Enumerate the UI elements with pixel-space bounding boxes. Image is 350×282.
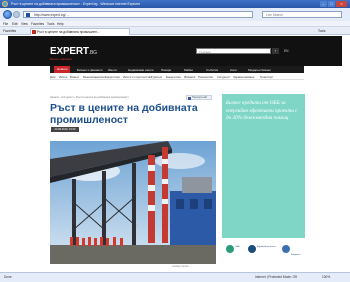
subnav-item[interactable]: Транспорт: [260, 75, 273, 79]
window-title: Ръст в цените на добивната промишленост …: [11, 2, 141, 6]
menu-help[interactable]: Help: [57, 22, 64, 26]
site-tagline: Бизнес и финанси: [50, 58, 73, 61]
address-bar[interactable]: http://www.expert.bg/ ...: [23, 11, 253, 18]
security-zone: Internet | Protected Mode: Off: [255, 275, 297, 279]
ad-logo-label: Bulgarian: [291, 254, 301, 256]
address-url: http://www.expert.bg/ ...: [34, 13, 70, 17]
language-switch[interactable]: EN: [284, 49, 288, 53]
ie-logo-icon: [2, 1, 8, 7]
status-text: Done: [4, 275, 12, 279]
advertisement-banner[interactable]: Бизнес кредити от ОББ за енергийно ефект…: [222, 94, 305, 264]
logo-suffix: .BG: [88, 50, 97, 56]
menu-view[interactable]: View: [21, 22, 28, 26]
tab-favicon-icon: [32, 30, 36, 34]
nav-item-news[interactable]: Новини: [54, 66, 71, 73]
share-button[interactable]: Препоръчай: [186, 95, 212, 100]
ad-logo-label: Европейска банка: [257, 246, 276, 248]
ad-text: Бизнес кредити от ОББ за енергийно ефект…: [226, 100, 298, 122]
site-search-placeholder: Търсене: [199, 49, 211, 54]
minimize-button[interactable]: –: [320, 1, 327, 7]
facebook-icon: [188, 96, 191, 100]
nav-item-estates[interactable]: Имоти: [108, 68, 117, 72]
address-toolbar: http://www.expert.bg/ ... Live Search: [0, 8, 350, 21]
search-icon[interactable]: ›: [272, 48, 279, 54]
menu-file[interactable]: File: [3, 22, 8, 26]
nav-item-mothers[interactable]: Майки: [184, 68, 193, 72]
article-photo: [50, 141, 216, 264]
bank-logo-icon: [248, 245, 256, 253]
subnav-item[interactable]: Туризъм: [151, 75, 162, 79]
partner-logo-icon: [282, 245, 290, 253]
main-navigation: Новини Бизнес и финанси Имоти Недвижими …: [50, 66, 304, 73]
tab-bar: Favorites Ръст в цените на добивната про…: [0, 27, 350, 35]
tab-title: Ръст в цените на добивната промишлен...: [37, 30, 100, 34]
logo-main: EXPERT: [50, 46, 89, 57]
favorites-button[interactable]: Favorites: [3, 29, 16, 33]
zoom-level[interactable]: 100%: [322, 275, 330, 279]
subnav-item[interactable]: Сигурност: [217, 75, 230, 79]
subnav-item[interactable]: Енергетика: [105, 75, 120, 79]
nav-item-modern-business[interactable]: Модерен бизнес: [248, 68, 271, 72]
subnav-item[interactable]: Финанси: [184, 75, 195, 79]
window-titlebar: Ръст в цените на добивната промишленост …: [0, 0, 350, 8]
close-window-button[interactable]: ×: [336, 1, 347, 7]
subnav-item[interactable]: Мнения/анализи: [83, 75, 105, 79]
subnav-item[interactable]: Технологии: [198, 75, 213, 79]
back-button[interactable]: [3, 10, 12, 19]
article-date: 24.09.2010, 15:40: [51, 127, 79, 132]
site-favicon-icon: [26, 13, 30, 17]
subnav-item[interactable]: Бизнес: [70, 75, 79, 79]
favorites-label: Favorites: [3, 29, 17, 33]
subnav-item[interactable]: Здравеопазване: [233, 75, 254, 79]
forward-button[interactable]: [13, 11, 20, 18]
breadcrumb: Начало › Сигурност › Ръст в цените на до…: [50, 96, 129, 99]
subnav-item[interactable]: Енергетика: [166, 75, 181, 79]
tab-article[interactable]: Ръст в цените на добивната промишлен...: [30, 28, 130, 35]
maximize-button[interactable]: □: [328, 1, 335, 7]
menu-edit[interactable]: Edit: [12, 22, 18, 26]
share-label: Препоръчай: [192, 96, 207, 100]
sub-navigation: Дом Имоти Бизнес Мнения/анализи Енергети…: [50, 74, 304, 80]
ad-logo-label: ОББ: [235, 246, 240, 248]
site-search-input[interactable]: Търсене: [196, 48, 271, 54]
tools-menu-button[interactable]: Tools: [318, 29, 325, 33]
nav-item-cars[interactable]: Коли: [230, 68, 237, 72]
article-headline: Ръст в цените на добивната промишленост: [50, 102, 198, 126]
menu-tools[interactable]: Tools: [47, 22, 54, 26]
site-header: EXPERT.BG Бизнес и финанси Търсене › EN: [8, 36, 342, 66]
ad-logos: ОББ Европейска банка Bulgarian: [222, 238, 305, 264]
nav-item-real-estate[interactable]: Недвижими имоти: [128, 68, 153, 72]
nav-item-business[interactable]: Бизнес и финанси: [77, 68, 103, 72]
nav-item-markets[interactable]: Пазари: [161, 68, 171, 72]
menu-favorites[interactable]: Favorites: [31, 22, 44, 26]
site-logo[interactable]: EXPERT.BG: [50, 46, 97, 57]
subnav-item[interactable]: Имоти: [59, 75, 67, 79]
ubb-logo-icon: [226, 245, 234, 253]
web-page: EXPERT.BG Бизнес и финанси Търсене › EN …: [0, 36, 350, 272]
subnav-item[interactable]: Имоти и строителство: [123, 75, 152, 79]
nav-item-events[interactable]: Събития: [206, 68, 218, 72]
photo-caption: Снимка: Архив: [172, 265, 189, 268]
browser-search-placeholder: Live Search: [266, 13, 283, 17]
browser-search-input[interactable]: Live Search: [262, 11, 342, 18]
subnav-item[interactable]: Дом: [50, 75, 55, 79]
status-bar: Done Internet | Protected Mode: Off 100%: [0, 272, 350, 282]
